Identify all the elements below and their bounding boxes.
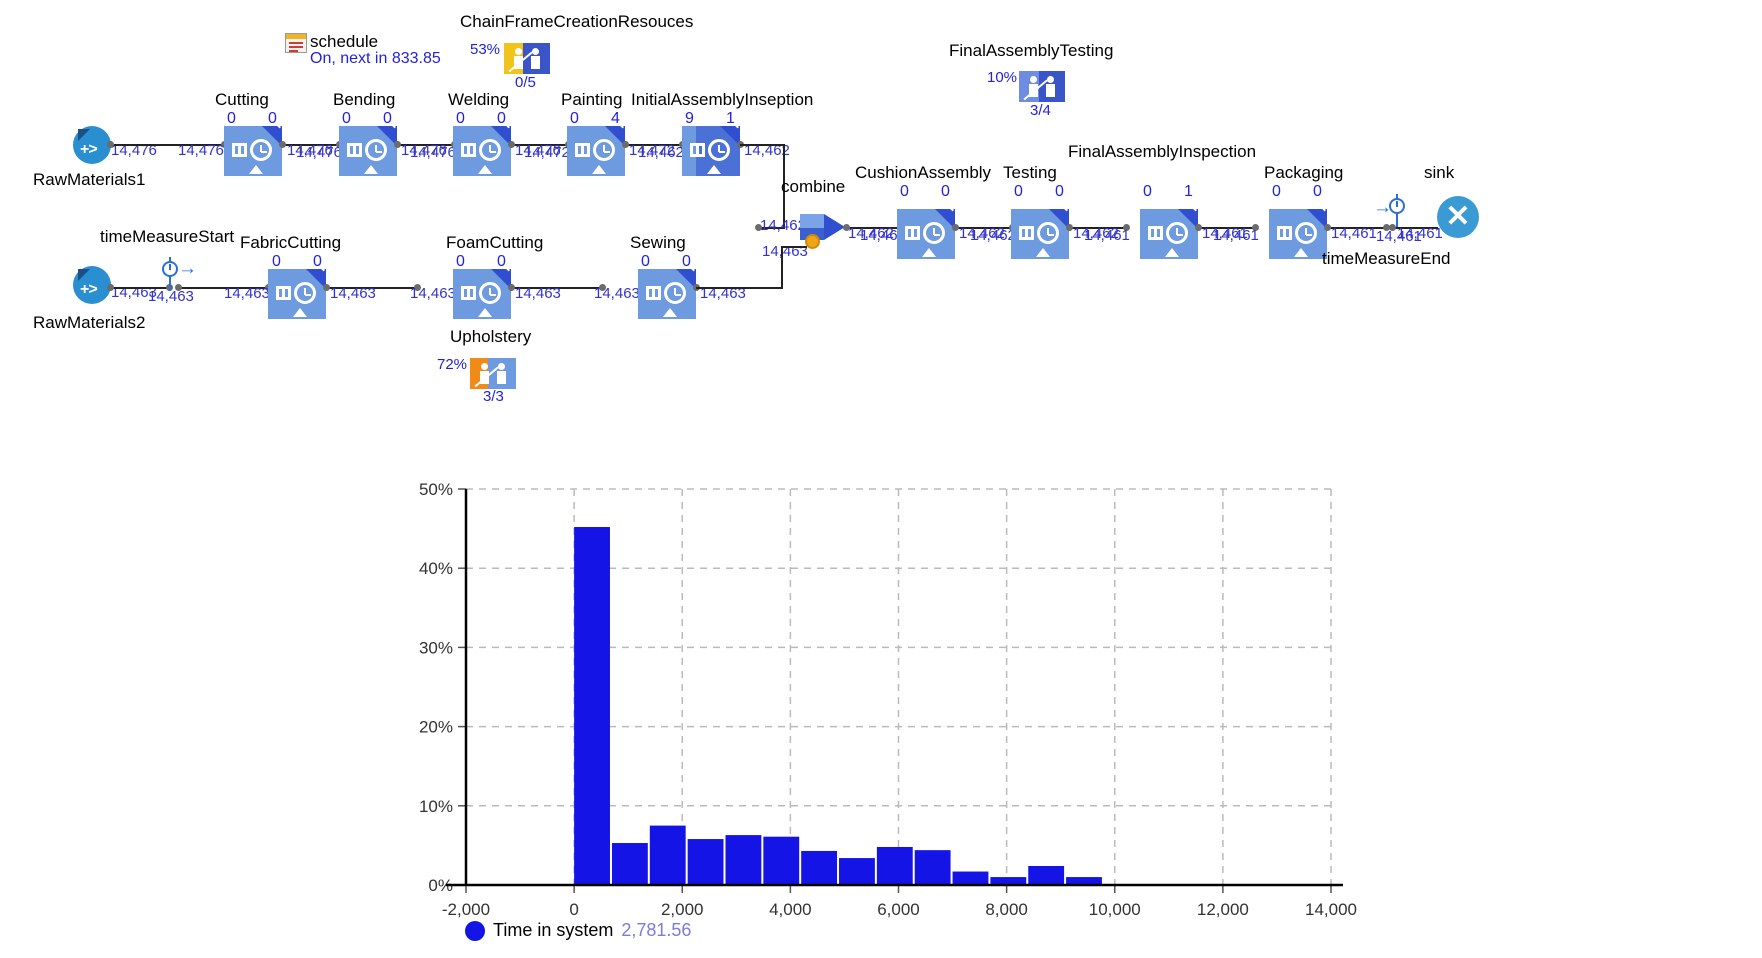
chart-bar[interactable] [914, 850, 951, 885]
chart-xtick-label: 4,000 [769, 900, 812, 919]
chart-bar[interactable] [952, 871, 989, 885]
chart-bar[interactable] [876, 846, 913, 885]
chart-xtick-label: 14,000 [1305, 900, 1357, 919]
chart-ytick-label: 10% [419, 797, 453, 816]
chart-ytick-label: 20% [419, 718, 453, 737]
chart-ytick-label: 50% [419, 480, 453, 499]
chart-xtick-label: 0 [569, 900, 578, 919]
chart-bar[interactable] [801, 850, 838, 885]
chart-xtick-label: 8,000 [985, 900, 1028, 919]
chart-bar[interactable] [725, 835, 762, 885]
chart-bar[interactable] [611, 843, 648, 885]
chart-ytick-label: 40% [419, 559, 453, 578]
legend-label: Time in system [493, 920, 614, 940]
chart-bar[interactable] [839, 858, 875, 885]
chart-bar[interactable] [649, 825, 686, 885]
simulation-canvas: schedule On, next in 833.85 ChainFrameCr… [0, 0, 1762, 958]
legend-color-swatch [465, 920, 485, 941]
chart-ytick-label: 30% [419, 638, 453, 657]
chart-xtick-label: 2,000 [661, 900, 704, 919]
chart-bar[interactable] [1028, 865, 1065, 885]
chart-bar[interactable] [763, 836, 800, 885]
chart-xtick-label: 10,000 [1089, 900, 1141, 919]
time-in-system-histogram: 0%10%20%30%40%50%-2,000 0 2,000 4,000 6,000 8… [419, 480, 1357, 919]
chart-xtick-label: 12,000 [1197, 900, 1249, 919]
legend-value: 2,781.56 [621, 920, 692, 940]
chart-legend: Time in system 2,781.56 [465, 920, 691, 941]
chart-xtick-label: 6,000 [877, 900, 920, 919]
chart-bar[interactable] [687, 839, 724, 885]
chart-xtick-label: -2,000 [442, 900, 490, 919]
chart-bar[interactable] [574, 527, 610, 885]
